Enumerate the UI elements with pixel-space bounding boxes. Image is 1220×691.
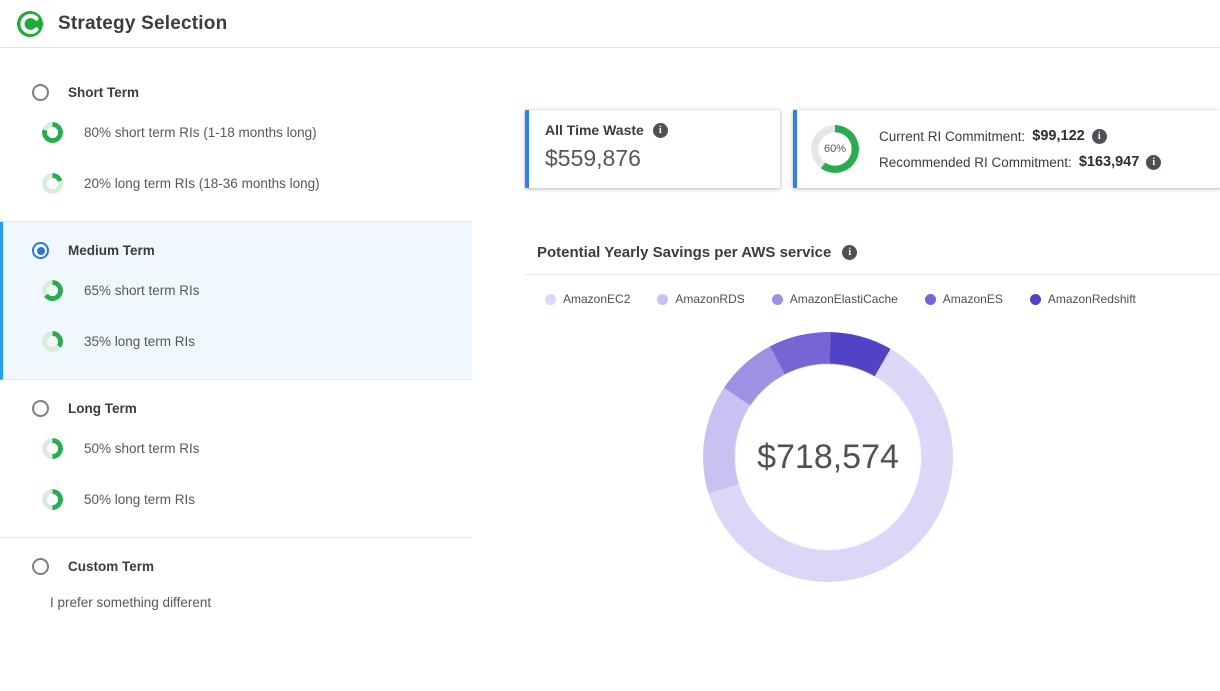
legend-label: AmazonES — [943, 292, 1003, 306]
all-time-waste-card: All Time Waste $559,876 — [525, 110, 780, 188]
legend-dot — [772, 294, 783, 305]
option-label: 65% short term RIs — [84, 283, 200, 298]
chart-title: Potential Yearly Savings per AWS service — [537, 244, 831, 261]
strategy-group-long-term: Long Term 50% short term RIs 50% long te… — [0, 380, 472, 538]
radio-custom-term[interactable] — [32, 558, 49, 575]
ri-split-icon — [42, 280, 63, 301]
ri-split-icon — [42, 331, 63, 352]
page-title: Strategy Selection — [58, 13, 227, 35]
waste-card-title: All Time Waste — [545, 122, 644, 138]
legend-item[interactable]: AmazonES — [925, 292, 1003, 306]
ri-split-icon — [42, 173, 63, 194]
legend-dot — [657, 294, 668, 305]
info-icon[interactable] — [1092, 129, 1107, 144]
radio-long-term[interactable] — [32, 400, 49, 417]
commitment-progress-ring: 60% — [811, 125, 859, 173]
savings-donut-chart: $718,574 — [703, 332, 953, 582]
legend-item[interactable]: AmazonRedshift — [1030, 292, 1136, 306]
ri-split-icon — [42, 489, 63, 510]
savings-chart-section: Potential Yearly Savings per AWS service… — [525, 244, 1220, 582]
ri-split-icon — [42, 438, 63, 459]
legend-label: AmazonElastiCache — [790, 292, 898, 306]
strategy-option: 50% long term RIs — [0, 474, 472, 525]
radio-short-term[interactable] — [32, 84, 49, 101]
strategy-option: 20% long term RIs (18-36 months long) — [0, 158, 472, 209]
strategy-label: Long Term — [68, 401, 137, 416]
legend-item[interactable]: AmazonEC2 — [545, 292, 630, 306]
info-icon[interactable] — [1146, 155, 1161, 170]
legend-dot — [925, 294, 936, 305]
radio-row-short-term[interactable]: Short Term — [0, 78, 472, 107]
info-icon[interactable] — [653, 123, 668, 138]
donut-center-value: $718,574 — [703, 332, 953, 582]
waste-card-value: $559,876 — [545, 145, 764, 172]
info-icon[interactable] — [842, 245, 857, 260]
legend-label: AmazonEC2 — [563, 292, 630, 306]
strategy-label: Custom Term — [68, 559, 154, 574]
recommended-commitment-label: Recommended RI Commitment: — [879, 155, 1072, 170]
summary-panel: All Time Waste $559,876 60% Current RI C… — [472, 48, 1220, 582]
option-label: 35% long term RIs — [84, 334, 195, 349]
strategy-option: 80% short term RIs (1-18 months long) — [0, 107, 472, 158]
strategy-option: 65% short term RIs — [3, 265, 472, 316]
legend-dot — [1030, 294, 1041, 305]
ri-split-icon — [42, 122, 63, 143]
legend-label: AmazonRedshift — [1048, 292, 1136, 306]
current-commitment-label: Current RI Commitment: — [879, 129, 1025, 144]
page-header: Strategy Selection — [0, 0, 1220, 48]
strategy-label: Medium Term — [68, 243, 155, 258]
legend-item[interactable]: AmazonElastiCache — [772, 292, 898, 306]
legend-item[interactable]: AmazonRDS — [657, 292, 744, 306]
ri-commitment-card: 60% Current RI Commitment: $99,122 Recom… — [793, 110, 1220, 188]
legend-label: AmazonRDS — [675, 292, 744, 306]
strategy-selection-page: Strategy Selection Short Term 80% short … — [0, 0, 1220, 691]
option-label: 50% long term RIs — [84, 492, 195, 507]
strategy-group-medium-term: Medium Term 65% short term RIs 35% long … — [0, 222, 472, 380]
progress-ring-label: 60% — [811, 125, 859, 173]
option-label: 20% long term RIs (18-36 months long) — [84, 176, 320, 191]
radio-row-custom-term[interactable]: Custom Term — [0, 552, 472, 581]
radio-row-long-term[interactable]: Long Term — [0, 394, 472, 423]
strategy-list: Short Term 80% short term RIs (1-18 mont… — [0, 48, 472, 628]
strategy-label: Short Term — [68, 85, 139, 100]
strategy-option: 35% long term RIs — [3, 316, 472, 367]
chart-legend: AmazonEC2 AmazonRDS AmazonElastiCache Amazo… — [525, 275, 1220, 306]
option-label: 80% short term RIs (1-18 months long) — [84, 125, 317, 140]
app-logo — [16, 10, 44, 38]
strategy-option: 50% short term RIs — [0, 423, 472, 474]
option-label: 50% short term RIs — [84, 441, 200, 456]
current-commitment-value: $99,122 — [1032, 128, 1084, 144]
legend-dot — [545, 294, 556, 305]
radio-medium-term[interactable] — [32, 242, 49, 259]
recommended-commitment-value: $163,947 — [1079, 154, 1139, 170]
radio-row-medium-term[interactable]: Medium Term — [3, 236, 472, 265]
strategy-group-short-term: Short Term 80% short term RIs (1-18 mont… — [0, 64, 472, 222]
custom-term-description: I prefer something different — [0, 581, 472, 616]
strategy-group-custom-term: Custom Term I prefer something different — [0, 538, 472, 628]
